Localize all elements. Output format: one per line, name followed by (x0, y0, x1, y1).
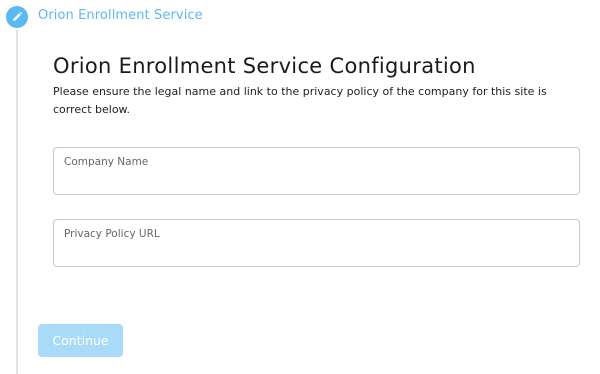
privacy-policy-url-field[interactable] (53, 219, 580, 267)
page-title: Orion Enrollment Service Configuration (53, 54, 476, 78)
continue-button[interactable]: Continue (38, 324, 123, 357)
company-name-input[interactable] (64, 156, 564, 168)
privacy-policy-url-input[interactable] (64, 228, 564, 240)
step-indicator (6, 6, 28, 28)
step-title: Orion Enrollment Service (38, 8, 203, 23)
company-name-field[interactable] (53, 147, 580, 195)
stepper-line (16, 30, 18, 374)
enrollment-config-page: Orion Enrollment Service Orion Enrollmen… (0, 0, 600, 374)
page-description: Please ensure the legal name and link to… (53, 85, 547, 116)
pencil-icon (13, 11, 23, 21)
